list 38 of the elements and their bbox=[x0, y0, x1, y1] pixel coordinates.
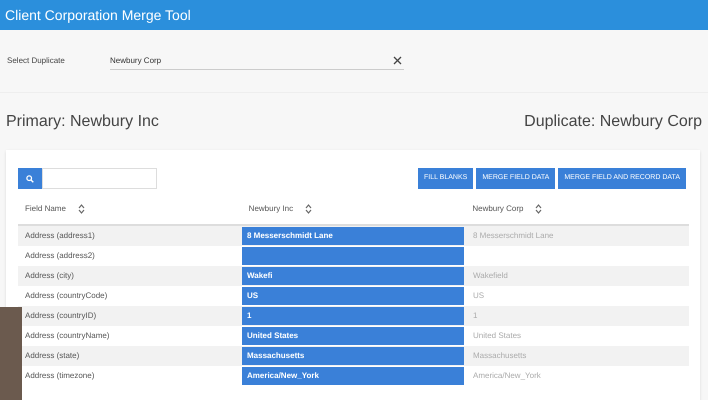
sort-icon[interactable] bbox=[305, 204, 312, 214]
field-name-cell: Address (state) bbox=[25, 351, 80, 360]
value-cell[interactable]: America/New_York bbox=[466, 367, 688, 385]
field-name-cell: Address (address2) bbox=[25, 251, 95, 260]
field-name-cell: Address (countryCode) bbox=[25, 291, 108, 300]
value-cell[interactable]: Wakefield bbox=[466, 267, 688, 285]
value-cell[interactable]: 8 Messerschmidt Lane bbox=[466, 227, 688, 245]
field-name-cell: Address (timezone) bbox=[25, 371, 94, 380]
value-cell[interactable] bbox=[242, 247, 464, 265]
field-name-cell: Address (countryName) bbox=[25, 331, 110, 340]
field-label: Select Duplicate bbox=[7, 55, 66, 67]
search-button[interactable] bbox=[18, 168, 42, 189]
sort-icon[interactable] bbox=[78, 204, 85, 214]
value-cell[interactable]: United States bbox=[466, 327, 688, 345]
value-cell[interactable]: 1 bbox=[466, 307, 688, 325]
value-cell[interactable]: Wakefi bbox=[242, 267, 464, 285]
column-header: Newbury Corp bbox=[472, 202, 524, 214]
select-field[interactable]: Newbury Corp bbox=[110, 52, 404, 70]
value-cell[interactable]: United States bbox=[242, 327, 464, 345]
value-cell[interactable]: Massachusetts bbox=[466, 347, 688, 365]
close-icon[interactable] bbox=[393, 56, 402, 65]
primary-title: Primary: Newbury Inc bbox=[6, 112, 159, 132]
field-name-cell: Address (countryID) bbox=[25, 311, 96, 320]
value-cell[interactable]: 1 bbox=[242, 307, 464, 325]
column-header: Newbury Inc bbox=[248, 202, 294, 214]
search-icon bbox=[26, 174, 34, 182]
value-cell[interactable]: 8 Messerschmidt Lane bbox=[242, 227, 464, 245]
duplicate-title: Duplicate: Newbury Corp bbox=[524, 112, 702, 132]
value-cell[interactable]: US bbox=[466, 287, 688, 305]
value-cell[interactable]: US bbox=[242, 287, 464, 305]
window-title: Client Corporation Merge Tool bbox=[5, 6, 191, 25]
search-field[interactable] bbox=[42, 168, 157, 189]
sort-icon[interactable] bbox=[535, 204, 542, 214]
column-header: Field Name bbox=[25, 202, 66, 214]
field-name-cell: Address (city) bbox=[25, 271, 74, 280]
field-name-cell: Address (address1) bbox=[25, 231, 95, 240]
value-cell[interactable]: Massachusetts bbox=[242, 347, 464, 365]
value-cell[interactable]: America/New_York bbox=[242, 367, 464, 385]
